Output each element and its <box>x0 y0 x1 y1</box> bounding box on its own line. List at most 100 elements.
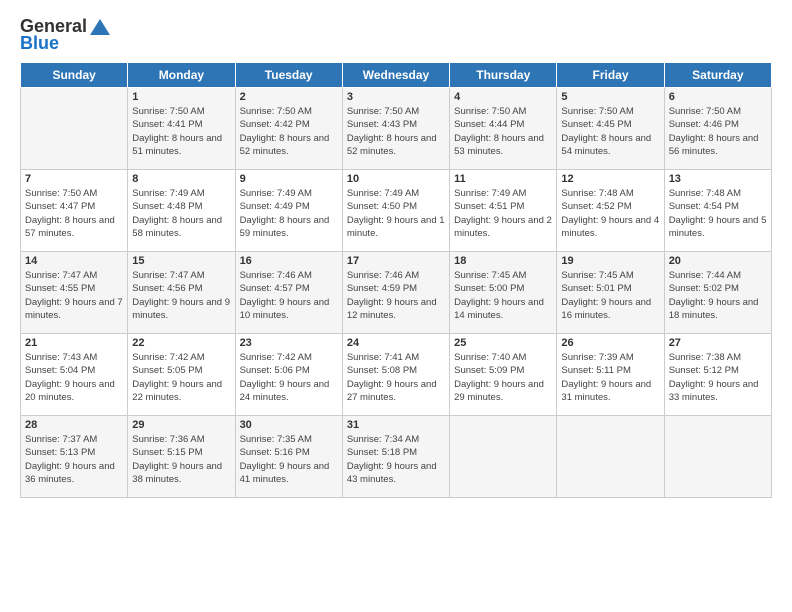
day-number: 26 <box>561 337 659 349</box>
calendar-header: SundayMondayTuesdayWednesdayThursdayFrid… <box>21 63 772 88</box>
cell-sun-info: Sunrise: 7:37 AMSunset: 5:13 PMDaylight:… <box>25 433 123 486</box>
day-number: 5 <box>561 91 659 103</box>
cell-sun-info: Sunrise: 7:36 AMSunset: 5:15 PMDaylight:… <box>132 433 230 486</box>
calendar-cell: 28 Sunrise: 7:37 AMSunset: 5:13 PMDayligh… <box>21 416 128 498</box>
weekday-header: Sunday <box>21 63 128 88</box>
cell-sun-info: Sunrise: 7:50 AMSunset: 4:44 PMDaylight:… <box>454 105 552 158</box>
cell-sun-info: Sunrise: 7:50 AMSunset: 4:46 PMDaylight:… <box>669 105 767 158</box>
logo: General Blue <box>20 16 111 54</box>
weekday-header-row: SundayMondayTuesdayWednesdayThursdayFrid… <box>21 63 772 88</box>
cell-sun-info: Sunrise: 7:42 AMSunset: 5:05 PMDaylight:… <box>132 351 230 404</box>
logo-blue: Blue <box>20 33 59 54</box>
calendar-cell: 14Sunrise: 7:47 AMSunset: 4:55 PMDayligh… <box>21 252 128 334</box>
day-number: 28 <box>25 419 123 431</box>
calendar-week-row: 28 Sunrise: 7:37 AMSunset: 5:13 PMDayligh… <box>21 416 772 498</box>
calendar-cell: 2 Sunrise: 7:50 AMSunset: 4:42 PMDaylight… <box>235 88 342 170</box>
cell-sun-info: Sunrise: 7:50 AMSunset: 4:41 PMDaylight:… <box>132 105 230 158</box>
day-number: 15 <box>132 255 230 267</box>
day-number: 24 <box>347 337 445 349</box>
weekday-header: Wednesday <box>342 63 449 88</box>
calendar-cell: 19 Sunrise: 7:45 AMSunset: 5:01 PMDayligh… <box>557 252 664 334</box>
cell-sun-info: Sunrise: 7:50 AMSunset: 4:42 PMDaylight:… <box>240 105 338 158</box>
day-number: 31 <box>347 419 445 431</box>
cell-sun-info: Sunrise: 7:41 AMSunset: 5:08 PMDaylight:… <box>347 351 445 404</box>
calendar-week-row: 21 Sunrise: 7:43 AMSunset: 5:04 PMDayligh… <box>21 334 772 416</box>
cell-sun-info: Sunrise: 7:46 AMSunset: 4:57 PMDaylight:… <box>240 269 338 322</box>
calendar-cell: 31 Sunrise: 7:34 AMSunset: 5:18 PMDayligh… <box>342 416 449 498</box>
day-number: 8 <box>132 173 230 185</box>
calendar-cell: 9Sunrise: 7:49 AMSunset: 4:49 PMDaylight… <box>235 170 342 252</box>
cell-sun-info: Sunrise: 7:38 AMSunset: 5:12 PMDaylight:… <box>669 351 767 404</box>
day-number: 20 <box>669 255 767 267</box>
weekday-header: Tuesday <box>235 63 342 88</box>
calendar-cell: 7Sunrise: 7:50 AMSunset: 4:47 PMDaylight… <box>21 170 128 252</box>
calendar-cell: 23 Sunrise: 7:42 AMSunset: 5:06 PMDayligh… <box>235 334 342 416</box>
day-number: 27 <box>669 337 767 349</box>
cell-sun-info: Sunrise: 7:47 AMSunset: 4:56 PMDaylight:… <box>132 269 230 322</box>
cell-sun-info: Sunrise: 7:50 AMSunset: 4:45 PMDaylight:… <box>561 105 659 158</box>
cell-sun-info: Sunrise: 7:44 AMSunset: 5:02 PMDaylight:… <box>669 269 767 322</box>
weekday-header: Monday <box>128 63 235 88</box>
cell-sun-info: Sunrise: 7:45 AMSunset: 5:01 PMDaylight:… <box>561 269 659 322</box>
cell-sun-info: Sunrise: 7:40 AMSunset: 5:09 PMDaylight:… <box>454 351 552 404</box>
calendar-cell: 21 Sunrise: 7:43 AMSunset: 5:04 PMDayligh… <box>21 334 128 416</box>
day-number: 4 <box>454 91 552 103</box>
cell-sun-info: Sunrise: 7:42 AMSunset: 5:06 PMDaylight:… <box>240 351 338 404</box>
day-number: 2 <box>240 91 338 103</box>
calendar-cell: 22Sunrise: 7:42 AMSunset: 5:05 PMDayligh… <box>128 334 235 416</box>
day-number: 10 <box>347 173 445 185</box>
cell-sun-info: Sunrise: 7:35 AMSunset: 5:16 PMDaylight:… <box>240 433 338 486</box>
day-number: 6 <box>669 91 767 103</box>
cell-sun-info: Sunrise: 7:49 AMSunset: 4:49 PMDaylight:… <box>240 187 338 240</box>
cell-sun-info: Sunrise: 7:49 AMSunset: 4:48 PMDaylight:… <box>132 187 230 240</box>
cell-sun-info: Sunrise: 7:49 AMSunset: 4:50 PMDaylight:… <box>347 187 445 240</box>
calendar-cell: 12Sunrise: 7:48 AMSunset: 4:52 PMDayligh… <box>557 170 664 252</box>
calendar-cell <box>21 88 128 170</box>
calendar-cell <box>664 416 771 498</box>
calendar-cell: 24 Sunrise: 7:41 AMSunset: 5:08 PMDayligh… <box>342 334 449 416</box>
cell-sun-info: Sunrise: 7:43 AMSunset: 5:04 PMDaylight:… <box>25 351 123 404</box>
day-number: 21 <box>25 337 123 349</box>
weekday-header: Friday <box>557 63 664 88</box>
header-area: General Blue <box>20 16 772 54</box>
calendar-week-row: 1 Sunrise: 7:50 AMSunset: 4:41 PMDaylight… <box>21 88 772 170</box>
calendar-cell: 3 Sunrise: 7:50 AMSunset: 4:43 PMDaylight… <box>342 88 449 170</box>
calendar-cell: 1 Sunrise: 7:50 AMSunset: 4:41 PMDaylight… <box>128 88 235 170</box>
calendar-cell: 16Sunrise: 7:46 AMSunset: 4:57 PMDayligh… <box>235 252 342 334</box>
day-number: 17 <box>347 255 445 267</box>
calendar-cell: 4 Sunrise: 7:50 AMSunset: 4:44 PMDaylight… <box>450 88 557 170</box>
calendar-cell: 13Sunrise: 7:48 AMSunset: 4:54 PMDayligh… <box>664 170 771 252</box>
day-number: 19 <box>561 255 659 267</box>
weekday-header: Thursday <box>450 63 557 88</box>
day-number: 1 <box>132 91 230 103</box>
calendar-cell: 15 Sunrise: 7:47 AMSunset: 4:56 PMDayligh… <box>128 252 235 334</box>
day-number: 13 <box>669 173 767 185</box>
day-number: 23 <box>240 337 338 349</box>
calendar-cell: 18 Sunrise: 7:45 AMSunset: 5:00 PMDayligh… <box>450 252 557 334</box>
cell-sun-info: Sunrise: 7:49 AMSunset: 4:51 PMDaylight:… <box>454 187 552 240</box>
calendar-cell: 26Sunrise: 7:39 AMSunset: 5:11 PMDayligh… <box>557 334 664 416</box>
logo-icon <box>89 18 111 36</box>
calendar-cell <box>450 416 557 498</box>
calendar-cell: 5 Sunrise: 7:50 AMSunset: 4:45 PMDaylight… <box>557 88 664 170</box>
calendar-table: SundayMondayTuesdayWednesdayThursdayFrid… <box>20 62 772 498</box>
day-number: 25 <box>454 337 552 349</box>
cell-sun-info: Sunrise: 7:50 AMSunset: 4:43 PMDaylight:… <box>347 105 445 158</box>
calendar-cell: 8 Sunrise: 7:49 AMSunset: 4:48 PMDaylight… <box>128 170 235 252</box>
calendar-cell: 11 Sunrise: 7:49 AMSunset: 4:51 PMDayligh… <box>450 170 557 252</box>
day-number: 29 <box>132 419 230 431</box>
calendar-cell <box>557 416 664 498</box>
day-number: 3 <box>347 91 445 103</box>
calendar-cell: 29 Sunrise: 7:36 AMSunset: 5:15 PMDayligh… <box>128 416 235 498</box>
calendar-cell: 30Sunrise: 7:35 AMSunset: 5:16 PMDayligh… <box>235 416 342 498</box>
cell-sun-info: Sunrise: 7:34 AMSunset: 5:18 PMDaylight:… <box>347 433 445 486</box>
cell-sun-info: Sunrise: 7:45 AMSunset: 5:00 PMDaylight:… <box>454 269 552 322</box>
calendar-cell: 17Sunrise: 7:46 AMSunset: 4:59 PMDayligh… <box>342 252 449 334</box>
day-number: 18 <box>454 255 552 267</box>
calendar-body: 1 Sunrise: 7:50 AMSunset: 4:41 PMDaylight… <box>21 88 772 498</box>
calendar-cell: 27 Sunrise: 7:38 AMSunset: 5:12 PMDayligh… <box>664 334 771 416</box>
cell-sun-info: Sunrise: 7:47 AMSunset: 4:55 PMDaylight:… <box>25 269 123 322</box>
calendar-cell: 20 Sunrise: 7:44 AMSunset: 5:02 PMDayligh… <box>664 252 771 334</box>
cell-sun-info: Sunrise: 7:50 AMSunset: 4:47 PMDaylight:… <box>25 187 123 240</box>
day-number: 11 <box>454 173 552 185</box>
